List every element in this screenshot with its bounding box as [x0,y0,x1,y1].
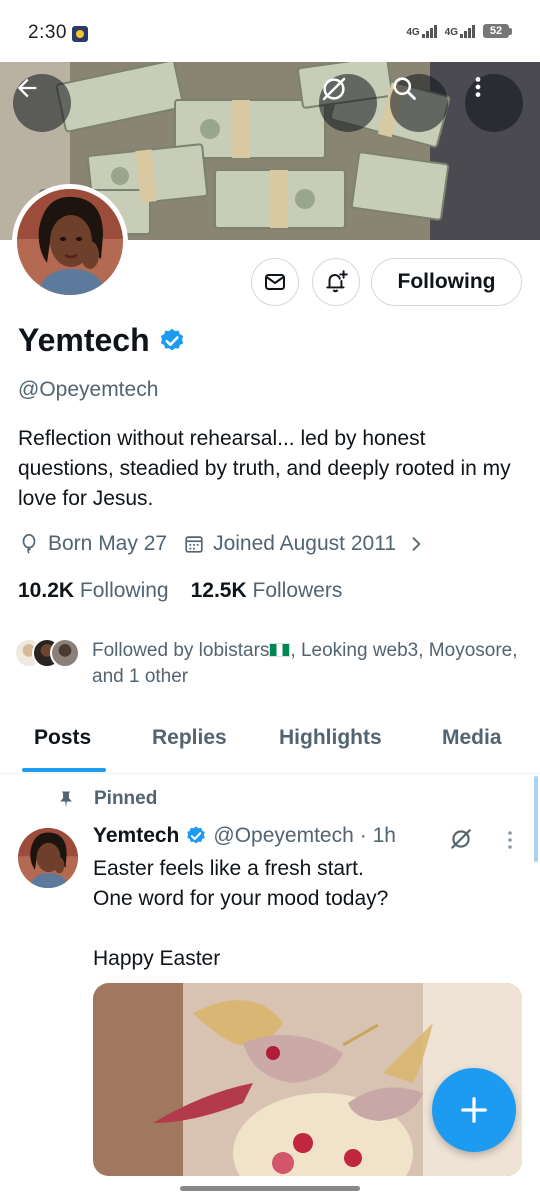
birthday-text: Born May 27 [48,532,168,555]
followed-by-prefix: Followed by lobistars [92,640,270,661]
following-label: Following [79,579,169,602]
following-count-link[interactable]: 10.2K Following [18,579,169,603]
active-tab-indicator [22,768,106,772]
profile-bio: Reflection without rehearsal... led by h… [18,427,511,510]
status-time: 2:30 [28,22,67,43]
joined-item[interactable]: Joined August 2011 [183,532,426,556]
pinned-label-row: Pinned [56,788,157,810]
calendar-icon [185,536,203,553]
post-header: Yemtech @Opeyemtech · 1h [93,824,396,848]
tab-highlights[interactable]: Highlights [279,726,382,750]
status-indicators: 4G 4G 52 [406,24,512,38]
notifications-button[interactable] [312,258,360,306]
follow-counts: 10.2K Following 12.5K Followers [18,579,342,603]
follower-avatar [50,638,80,668]
battery-level: 52 [483,24,509,38]
post-author-handle[interactable]: @Opeyemtech [213,824,353,848]
status-bar: 2:30 4G 4G 52 [0,0,540,62]
post-grok-button[interactable] [448,826,474,857]
followers-label: Followers [252,579,343,602]
post-text: Easter feels like a fresh start. One wor… [93,857,389,970]
tab-media[interactable]: Media [442,726,502,750]
post-timestamp: · 1h [359,824,396,847]
avatar-image [17,189,123,295]
tab-replies[interactable]: Replies [152,726,227,750]
pin-icon [60,791,72,808]
joined-text: Joined August 2011 [213,532,396,555]
post-author-avatar[interactable] [18,828,78,888]
following-button[interactable]: Following [371,258,522,306]
more-vertical-icon [475,77,481,97]
nigeria-flag-icon [269,643,291,657]
signal-icon: 4G [444,24,475,38]
followers-count-link[interactable]: 12.5K Followers [191,579,343,603]
post-more-button[interactable] [500,828,520,857]
network-type-label: 4G [406,26,420,38]
signal-icon: 4G [406,24,437,38]
battery-icon: 52 [483,24,512,38]
profile-name-row: Yemtech [18,322,186,359]
back-button[interactable] [13,74,71,132]
grok-button[interactable] [319,74,377,132]
grok-slash-icon [451,829,471,849]
chevron-right-icon [412,537,421,551]
pinned-label: Pinned [94,788,158,809]
profile-name: Yemtech [18,322,150,358]
balloon-icon [22,534,36,554]
profile-tabs: Posts Replies Highlights Media [0,712,540,774]
verified-badge-icon [160,328,183,350]
bell-plus-icon [326,270,348,293]
search-icon [393,77,416,100]
message-button[interactable] [251,258,299,306]
followed-by-text[interactable]: Followed by lobistars, Leoking web3, Moy… [92,638,522,690]
network-type-label: 4G [444,26,458,38]
search-button[interactable] [390,74,448,132]
scroll-indicator[interactable] [534,776,538,862]
profile-handle: @Opeyemtech [18,378,159,401]
compose-post-button[interactable] [432,1068,516,1152]
birthday-item: Born May 27 [18,532,167,556]
envelope-icon [265,274,285,290]
plus-icon [461,1097,487,1123]
verified-badge-icon [187,826,206,844]
home-gesture-bar[interactable] [180,1186,360,1191]
more-vertical-icon [508,831,512,849]
post-avatar-image [18,828,78,888]
following-count: 10.2K [18,579,75,602]
post-author-name[interactable]: Yemtech [93,824,179,848]
followers-count: 12.5K [190,579,247,602]
followed-by-avatars[interactable] [14,638,80,668]
grok-slash-icon [322,77,346,101]
profile-meta: Born May 27 Joined August 2011 [18,532,426,556]
profile-avatar[interactable] [12,184,128,300]
more-options-button[interactable] [465,74,523,132]
tab-posts[interactable]: Posts [34,726,91,750]
arrow-left-icon [17,78,37,98]
notification-app-icon [72,26,88,42]
